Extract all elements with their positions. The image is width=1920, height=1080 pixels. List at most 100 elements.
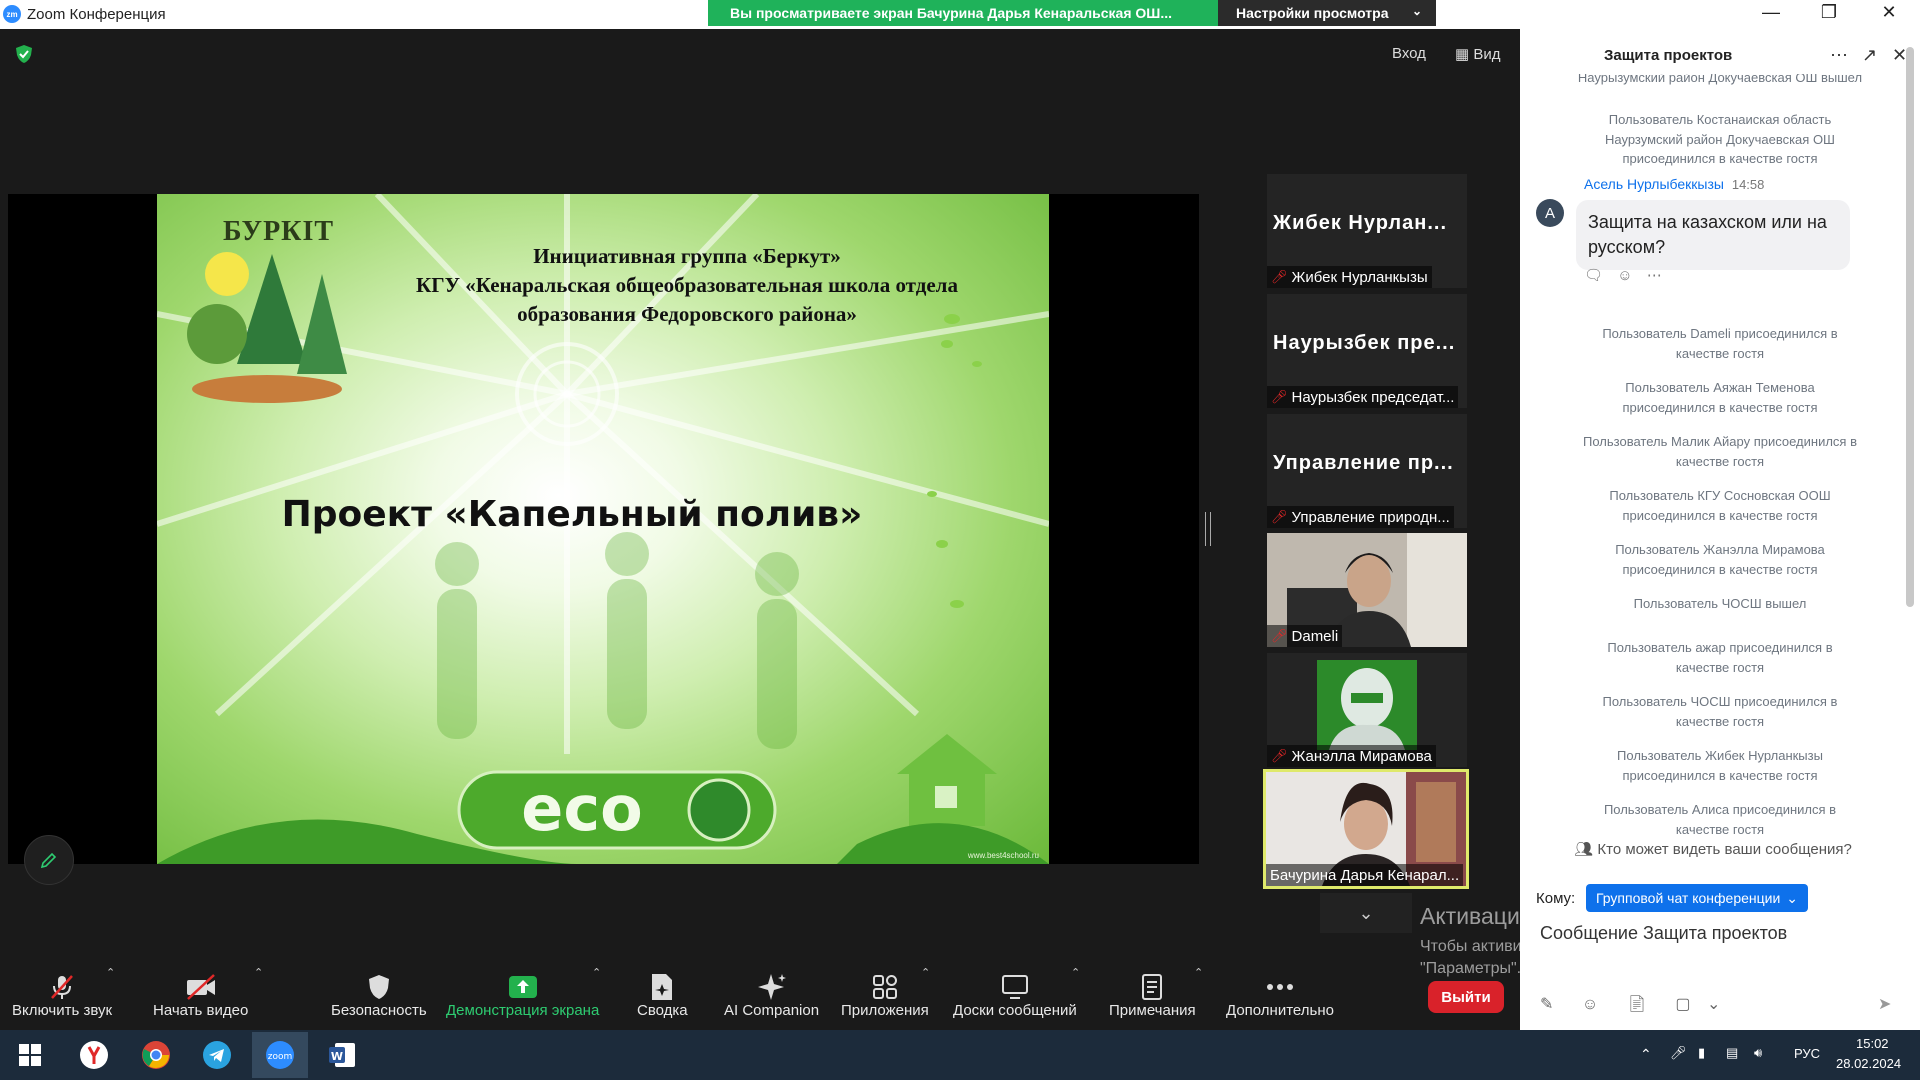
split-divider-handle[interactable] [1205, 512, 1211, 546]
leave-button[interactable]: Выйти [1428, 981, 1504, 1013]
more-button[interactable]: Дополнительно [1226, 972, 1334, 1019]
chat-message-input[interactable]: Сообщение Защита проектов [1540, 923, 1787, 944]
view-settings-button[interactable]: Настройки просмотра ⌄ [1218, 0, 1436, 26]
system-message-line: Пользователь Жибек Нурланкызы [1617, 748, 1823, 763]
message-sender: Асель Нурлыбеккызы 14:58 [1584, 176, 1764, 192]
chevron-down-icon: ⌄ [1786, 889, 1799, 906]
input-language[interactable]: РУС [1794, 1046, 1820, 1061]
mic-muted-icon: 🎤︎ [1271, 389, 1288, 404]
enter-button[interactable]: Вход [1392, 45, 1426, 62]
participant-tile-active-speaker[interactable]: Бачурина Дарья Кенарал... [1263, 769, 1469, 889]
participant-name: Управление природн... [1291, 508, 1450, 526]
share-options-caret-icon[interactable]: ⌃ [592, 966, 601, 979]
yandex-browser-icon[interactable] [78, 1039, 110, 1071]
apps-options-caret-icon[interactable]: ⌃ [921, 966, 930, 979]
zoom-taskbar-icon[interactable]: zoom [252, 1032, 308, 1078]
participant-tile[interactable]: Управление пр... 🎤︎ Управление природн..… [1267, 414, 1467, 528]
clock-date[interactable]: 28.02.2024 [1836, 1056, 1901, 1071]
participant-name-label: 🎤︎ Жибек Нурланкызы [1267, 266, 1432, 288]
ai-companion-button[interactable]: AI Companion [724, 972, 819, 1019]
start-video-button[interactable]: Начать видео [153, 972, 248, 1019]
security-button[interactable]: Безопасность [331, 972, 427, 1019]
share-screen-button[interactable]: Демонстрация экрана [446, 972, 599, 1019]
eco-logo: eco [457, 770, 777, 850]
unmute-button[interactable]: Включить звук [12, 972, 112, 1019]
pop-out-icon[interactable]: ↗ [1862, 45, 1877, 66]
more-dots-icon[interactable]: ⋯ [1647, 267, 1662, 284]
chevron-down-icon[interactable]: ⌄ [1707, 996, 1720, 1013]
close-icon[interactable]: ✕ [1874, 2, 1904, 23]
system-message-line: Пользователь Малик Айару присоединился в [1583, 434, 1857, 449]
ai-companion-label: AI Companion [724, 1002, 820, 1019]
system-message: Пользователь ЧОСШ вышел [1570, 594, 1870, 614]
battery-icon[interactable]: ▮ [1698, 1045, 1705, 1061]
close-icon[interactable]: ✕ [1892, 45, 1907, 66]
screenshot-icon[interactable]: ▢ [1675, 996, 1690, 1013]
recipient-select[interactable]: Групповой чат конференции ⌄ [1586, 884, 1809, 912]
shield-icon [331, 972, 427, 1002]
chat-panel: Защита проектов ⋯ ↗ ✕ Наурызумский район… [1520, 29, 1920, 1030]
message-bubble[interactable]: Защита на казахском или на русском? [1576, 200, 1850, 270]
reply-icon[interactable]: 🗨︎ [1584, 267, 1603, 284]
system-message-line: Пользователь Жанэлла Мирамова [1615, 542, 1825, 557]
participant-name: Жибек Нурланкызы [1291, 268, 1428, 286]
participant-tile[interactable]: 🎤︎ Dameli [1267, 533, 1467, 647]
meeting-toolbar: Включить звук ⌃ Начать видео ⌃ Безопасно… [0, 960, 1520, 1030]
who-can-see-link[interactable]: 👥︎ Кто может видеть ваши сообщения? [1520, 840, 1906, 858]
chevron-down-icon: ⌄ [1411, 4, 1422, 18]
chrome-icon[interactable] [140, 1039, 172, 1071]
shield-icon[interactable] [14, 44, 34, 64]
participant-name: Жанэлла Мирамова [1291, 747, 1432, 765]
telegram-icon[interactable] [201, 1039, 233, 1071]
minimize-icon[interactable]: — [1756, 2, 1786, 23]
system-message: Пользователь ЧОСШ присоединился в качест… [1570, 692, 1870, 731]
windows-start-icon[interactable] [14, 1039, 46, 1071]
summary-button[interactable]: Сводка [637, 972, 688, 1019]
system-message-line: Пользователь Костанаиская область [1608, 112, 1832, 127]
file-icon[interactable]: 📄︎ [1627, 996, 1647, 1013]
participant-name-label: 🎤︎ Управление природн... [1267, 506, 1454, 528]
audio-options-caret-icon[interactable]: ⌃ [106, 966, 115, 979]
whiteboards-options-caret-icon[interactable]: ⌃ [1071, 966, 1080, 979]
emoji-icon[interactable]: ☺ [1582, 996, 1598, 1013]
notes-options-caret-icon[interactable]: ⌃ [1194, 966, 1203, 979]
system-message-line: Пользователь Dameli присоединился в [1602, 326, 1838, 341]
chevron-down-icon: ⌄ [1358, 902, 1374, 923]
recipient-value: Групповой чат конференции [1596, 890, 1781, 906]
system-message-line: присоединился в качестве гостя [1622, 507, 1818, 523]
maximize-icon[interactable]: ❐ [1814, 2, 1844, 23]
apps-icon [841, 972, 929, 1002]
participant-tile[interactable]: Жибек Нурлан... 🎤︎ Жибек Нурланкызы [1267, 174, 1467, 288]
system-message-line: Пользователь ЧОСШ присоединился в [1602, 694, 1838, 709]
clock-time[interactable]: 15:02 [1856, 1036, 1889, 1051]
security-label: Безопасность [331, 1002, 427, 1019]
send-icon[interactable]: ➤ [1878, 994, 1891, 1014]
whiteboards-button[interactable]: Доски сообщений [953, 972, 1077, 1019]
system-message: Пользователь Жибек Нурланкызы присоедини… [1570, 746, 1870, 785]
tray-chevron-up-icon[interactable]: ⌃ [1640, 1046, 1652, 1063]
system-message-line: присоединился в качестве гостя [1622, 561, 1818, 577]
windows-taskbar: zoom W ⌃ 🎤︎ ▮ ▤ 🔊︎ РУС 15:02 28.02.2024 [0, 1030, 1920, 1080]
chat-scrollbar[interactable] [1906, 47, 1914, 607]
video-options-caret-icon[interactable]: ⌃ [254, 966, 263, 979]
participant-tile[interactable]: Наурызбек пре... 🎤︎ Наурызбек председат.… [1267, 294, 1467, 408]
microphone-tray-icon[interactable]: 🎤︎ [1670, 1045, 1687, 1061]
network-icon[interactable]: ▤ [1726, 1045, 1738, 1061]
format-icon[interactable]: ✎ [1540, 996, 1553, 1013]
annotate-button[interactable] [24, 835, 74, 885]
notes-button[interactable]: Примечания [1109, 972, 1196, 1019]
participant-big-name: Управление пр... [1273, 452, 1454, 474]
word-icon[interactable]: W [326, 1039, 358, 1071]
system-message: Пользователь КГУ Сосновская ООШ присоеди… [1570, 486, 1870, 525]
view-button[interactable]: ▦ Вид [1455, 45, 1501, 63]
emoji-reaction-icon[interactable]: ☺ [1617, 267, 1632, 284]
apps-button[interactable]: Приложения [841, 972, 929, 1019]
participant-tile[interactable]: 🎤︎ Жанэлла Мирамова [1267, 653, 1467, 767]
scroll-participants-down-button[interactable]: ⌄ [1320, 893, 1412, 933]
svg-text:zoom: zoom [268, 1052, 293, 1062]
pencil-icon [40, 852, 57, 869]
volume-icon[interactable]: 🔊︎ [1754, 1045, 1762, 1061]
unmute-label: Включить звук [12, 1002, 113, 1019]
whiteboards-label: Доски сообщений [953, 1002, 1077, 1019]
more-dots-icon[interactable]: ⋯ [1830, 45, 1848, 66]
